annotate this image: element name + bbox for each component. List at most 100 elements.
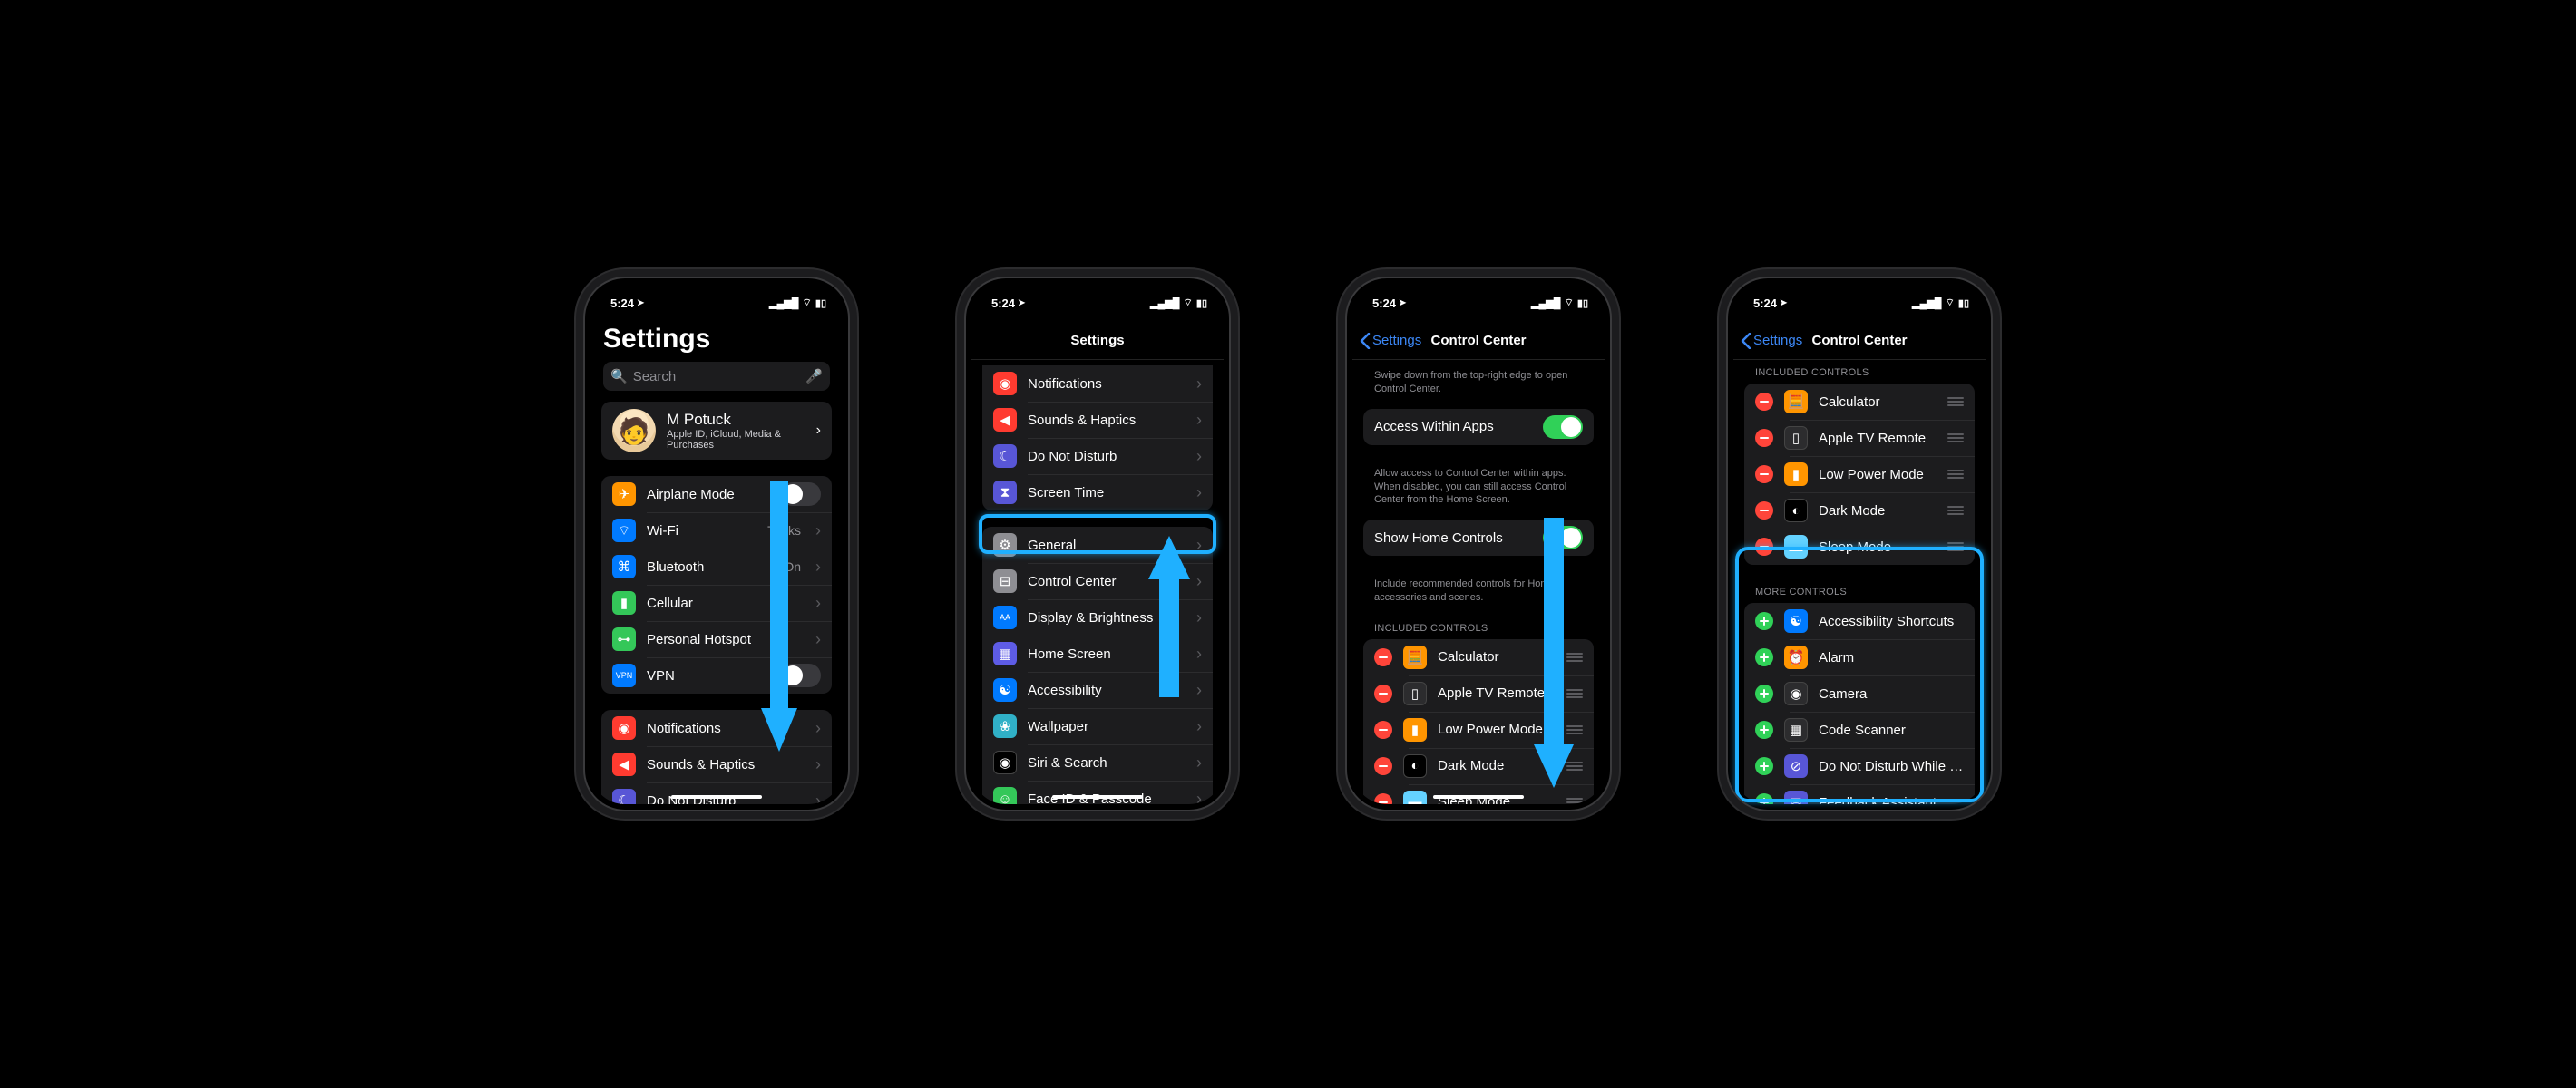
row-label: Personal Hotspot xyxy=(647,632,805,647)
control-row-sleep-mode[interactable]: ▬Sleep Mode xyxy=(1744,529,1975,565)
airplane-mode-icon: ✈︎ xyxy=(612,482,636,506)
remove-button[interactable] xyxy=(1755,501,1773,520)
add-button[interactable] xyxy=(1755,721,1773,739)
row-label: Feedback Assistant xyxy=(1819,795,1964,805)
more-header: More Controls xyxy=(1733,581,1986,603)
home-indicator[interactable] xyxy=(1433,795,1524,799)
settings-row-airplane-mode[interactable]: ✈︎Airplane Mode xyxy=(601,476,832,512)
home-indicator[interactable] xyxy=(671,795,762,799)
settings-row-do-not-disturb[interactable]: ☾Do Not Disturb› xyxy=(982,438,1213,474)
remove-button[interactable] xyxy=(1755,393,1773,411)
control-row-accessibility-shortcuts[interactable]: ☯Accessibility Shortcuts xyxy=(1744,603,1975,639)
control-row-code-scanner[interactable]: ▦Code Scanner xyxy=(1744,712,1975,748)
remove-button[interactable] xyxy=(1374,648,1392,666)
drag-handle-icon[interactable] xyxy=(1566,725,1583,734)
control-row-sleep-mode[interactable]: ▬Sleep Mode xyxy=(1363,784,1594,804)
nav-bar: Settings xyxy=(971,322,1224,360)
toggle[interactable] xyxy=(781,482,821,506)
drag-handle-icon[interactable] xyxy=(1566,689,1583,698)
settings-row-display-brightness[interactable]: AADisplay & Brightness› xyxy=(982,599,1213,636)
access-within-apps-row[interactable]: Access Within Apps xyxy=(1363,409,1594,445)
calculator-icon: 🧮 xyxy=(1784,390,1808,413)
drag-handle-icon[interactable] xyxy=(1566,762,1583,771)
control-row-feedback-assistant[interactable]: ✉︎Feedback Assistant xyxy=(1744,784,1975,804)
control-row-low-power-mode[interactable]: ▮Low Power Mode xyxy=(1363,712,1594,748)
settings-row-sounds-haptics[interactable]: ◀︎Sounds & Haptics› xyxy=(601,746,832,782)
notifications-icon: ◉ xyxy=(993,372,1017,395)
control-row-camera[interactable]: ◉Camera xyxy=(1744,675,1975,712)
search-placeholder: Search xyxy=(633,369,677,384)
settings-row-general[interactable]: ⚙︎General› xyxy=(982,527,1213,563)
bluetooth-icon: ⌘ xyxy=(612,555,636,578)
control-row-dark-mode[interactable]: ◐Dark Mode xyxy=(1363,748,1594,784)
do-not-disturb-while-driving-icon: ⊘ xyxy=(1784,754,1808,778)
search-icon: 🔍 xyxy=(610,368,628,384)
toggle[interactable] xyxy=(781,664,821,687)
alarm-icon: ⏰ xyxy=(1784,646,1808,669)
settings-row-notifications[interactable]: ◉Notifications› xyxy=(601,710,832,746)
control-row-dark-mode[interactable]: ◐Dark Mode xyxy=(1744,492,1975,529)
do-not-disturb-icon: ☾ xyxy=(612,789,636,804)
settings-row-bluetooth[interactable]: ⌘BluetoothOn› xyxy=(601,549,832,585)
settings-row-home-screen[interactable]: ▦Home Screen› xyxy=(982,636,1213,672)
settings-row-vpn[interactable]: VPNVPN xyxy=(601,657,832,694)
profile-subtitle: Apple ID, iCloud, Media & Purchases xyxy=(667,429,805,451)
chevron-right-icon: › xyxy=(1196,447,1202,466)
settings-row-control-center[interactable]: ⊟Control Center› xyxy=(982,563,1213,599)
add-button[interactable] xyxy=(1755,612,1773,630)
calculator-icon: 🧮 xyxy=(1403,646,1427,669)
settings-row-sounds-haptics[interactable]: ◀︎Sounds & Haptics› xyxy=(982,402,1213,438)
screen-time-icon: ⧗ xyxy=(993,481,1017,504)
settings-row-notifications[interactable]: ◉Notifications› xyxy=(982,365,1213,402)
chevron-left-icon xyxy=(1741,333,1751,349)
settings-row-wi-fi[interactable]: ⌔Wi-FiTucks› xyxy=(601,512,832,549)
control-row-apple-tv-remote[interactable]: ▯Apple TV Remote xyxy=(1363,675,1594,712)
remove-button[interactable] xyxy=(1755,538,1773,556)
drag-handle-icon[interactable] xyxy=(1947,397,1964,406)
toggle[interactable] xyxy=(1543,526,1583,549)
sleep-mode-icon: ▬ xyxy=(1403,791,1427,804)
home-indicator[interactable] xyxy=(1052,795,1143,799)
back-button[interactable]: Settings xyxy=(1741,333,1802,349)
settings-row-face-id-passcode[interactable]: ☺︎Face ID & Passcode› xyxy=(982,781,1213,804)
remove-button[interactable] xyxy=(1374,685,1392,703)
settings-row-accessibility[interactable]: ☯Accessibility› xyxy=(982,672,1213,708)
control-row-do-not-disturb-while-driving[interactable]: ⊘Do Not Disturb While Driving xyxy=(1744,748,1975,784)
control-row-apple-tv-remote[interactable]: ▯Apple TV Remote xyxy=(1744,420,1975,456)
drag-handle-icon[interactable] xyxy=(1566,653,1583,662)
back-button[interactable]: Settings xyxy=(1360,333,1421,349)
row-label: Home Screen xyxy=(1028,646,1186,662)
remove-button[interactable] xyxy=(1374,793,1392,804)
drag-handle-icon[interactable] xyxy=(1566,798,1583,804)
drag-handle-icon[interactable] xyxy=(1947,433,1964,442)
drag-handle-icon[interactable] xyxy=(1947,470,1964,479)
control-row-alarm[interactable]: ⏰Alarm xyxy=(1744,639,1975,675)
remove-button[interactable] xyxy=(1755,429,1773,447)
chevron-right-icon: › xyxy=(1196,645,1202,664)
add-button[interactable] xyxy=(1755,648,1773,666)
profile-row[interactable]: 🧑 M Potuck Apple ID, iCloud, Media & Pur… xyxy=(601,402,832,460)
access-note: Allow access to Control Center within ap… xyxy=(1352,461,1605,520)
remove-button[interactable] xyxy=(1374,757,1392,775)
mic-icon[interactable]: 🎤 xyxy=(805,368,823,384)
settings-row-screen-time[interactable]: ⧗Screen Time› xyxy=(982,474,1213,510)
settings-row-do-not-disturb[interactable]: ☾Do Not Disturb› xyxy=(601,782,832,804)
drag-handle-icon[interactable] xyxy=(1947,542,1964,551)
search-input[interactable]: 🔍 Search 🎤 xyxy=(603,362,830,391)
settings-row-wallpaper[interactable]: ❀Wallpaper› xyxy=(982,708,1213,744)
add-button[interactable] xyxy=(1755,757,1773,775)
remove-button[interactable] xyxy=(1755,465,1773,483)
settings-row-personal-hotspot[interactable]: ⊶Personal Hotspot› xyxy=(601,621,832,657)
control-row-calculator[interactable]: 🧮Calculator xyxy=(1744,384,1975,420)
drag-handle-icon[interactable] xyxy=(1947,506,1964,515)
toggle[interactable] xyxy=(1543,415,1583,439)
settings-row-siri-search[interactable]: ◉Siri & Search› xyxy=(982,744,1213,781)
control-row-low-power-mode[interactable]: ▮Low Power Mode xyxy=(1744,456,1975,492)
settings-row-cellular[interactable]: ▮Cellular› xyxy=(601,585,832,621)
show-home-controls-row[interactable]: Show Home Controls xyxy=(1363,520,1594,556)
add-button[interactable] xyxy=(1755,685,1773,703)
remove-button[interactable] xyxy=(1374,721,1392,739)
add-button[interactable] xyxy=(1755,793,1773,804)
control-row-calculator[interactable]: 🧮Calculator xyxy=(1363,639,1594,675)
row-label: Control Center xyxy=(1028,574,1186,589)
